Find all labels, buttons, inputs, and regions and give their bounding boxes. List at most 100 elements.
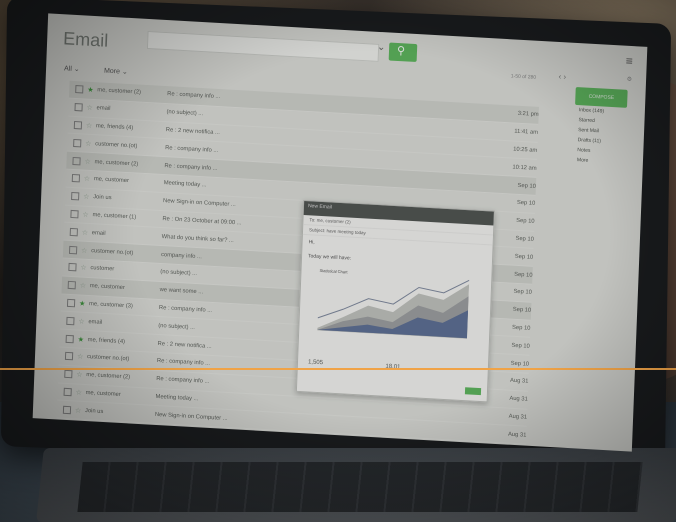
row-checkbox[interactable] — [74, 103, 83, 112]
row-subject: Re : company info ... — [164, 162, 218, 172]
row-subject: company info ... — [160, 251, 202, 260]
row-date: 3:21 pm — [517, 111, 539, 119]
row-from: email — [88, 318, 103, 326]
star-icon[interactable]: ☆ — [86, 104, 96, 113]
row-from: me, customer — [89, 283, 125, 292]
row-from: email — [96, 105, 111, 113]
star-icon[interactable]: ☆ — [84, 157, 94, 166]
row-subject: Re : company info ... — [158, 304, 213, 314]
row-checkbox[interactable] — [68, 263, 77, 272]
row-date: 11:41 am — [514, 128, 539, 137]
area-chart — [317, 279, 470, 339]
more-dropdown[interactable]: More ⌄ — [104, 67, 128, 76]
send-button[interactable] — [464, 387, 482, 396]
row-date: 10:25 am — [513, 146, 538, 154]
star-icon[interactable]: ☆ — [77, 353, 87, 362]
row-checkbox[interactable] — [75, 85, 84, 94]
stat-1: 1,505 — [307, 359, 324, 367]
row-subject: Re : company info ... — [165, 144, 219, 154]
star-icon[interactable]: ☆ — [76, 371, 86, 380]
star-icon[interactable]: ☆ — [85, 139, 95, 148]
row-checkbox[interactable] — [63, 387, 72, 397]
row-date: Aug 31 — [509, 395, 528, 403]
row-subject: Meeting today ... — [163, 180, 207, 189]
row-date: Sep 10 — [513, 289, 532, 297]
row-from: customer no.(ot) — [95, 140, 138, 150]
row-checkbox[interactable] — [71, 174, 81, 183]
pagination-label: 1-50 of 280 — [510, 73, 537, 81]
row-from: customer no.(ot) — [86, 354, 130, 363]
star-icon[interactable]: ★ — [79, 299, 89, 308]
new-email-window: New Email To: me, customer (2) Subject: … — [295, 199, 495, 403]
row-from: me, friends (4) — [95, 123, 134, 132]
row-subject: (no subject) ... — [158, 322, 196, 331]
row-from: me, customer — [85, 389, 121, 398]
row-from: Join us — [93, 194, 112, 202]
row-from: me, customer — [93, 176, 130, 185]
star-icon[interactable]: ☆ — [86, 122, 96, 131]
row-subject: (no subject) ... — [160, 269, 198, 278]
star-icon[interactable]: ☆ — [82, 228, 92, 237]
row-from: me, customer (2) — [86, 372, 131, 381]
row-date: Sep 10 — [511, 324, 531, 332]
row-checkbox[interactable] — [71, 192, 80, 201]
sidebar-item[interactable]: More — [573, 155, 629, 168]
row-checkbox[interactable] — [68, 245, 78, 254]
filter-all-dropdown[interactable]: All ⌄ — [64, 64, 80, 73]
star-icon[interactable]: ☆ — [83, 193, 93, 202]
row-checkbox[interactable] — [64, 369, 73, 379]
row-checkbox[interactable] — [62, 405, 72, 414]
row-subject: New Sign-in on Computer ... — [162, 198, 236, 209]
row-date: Sep 10 — [515, 235, 534, 243]
row-checkbox[interactable] — [66, 298, 76, 308]
star-icon[interactable]: ☆ — [78, 317, 88, 326]
row-from: me, customer (2) — [97, 87, 142, 97]
row-subject: Re : company info ... — [156, 358, 211, 368]
gear-icon[interactable]: ⚙ — [627, 76, 633, 83]
app-title: Email — [62, 28, 109, 51]
row-from: me, customer (2) — [94, 158, 139, 168]
star-icon[interactable]: ★ — [78, 335, 88, 344]
star-icon[interactable]: ☆ — [76, 388, 86, 397]
menu-icon[interactable]: ≡ — [626, 54, 634, 68]
row-subject: What do you think so far? ... — [161, 233, 234, 244]
search-icon: ⚲ — [396, 44, 406, 58]
star-icon[interactable]: ☆ — [80, 282, 90, 291]
search-button[interactable]: ⚲ — [388, 42, 418, 63]
row-date: Sep 10 — [514, 253, 534, 261]
row-checkbox[interactable] — [66, 316, 75, 326]
star-icon[interactable]: ☆ — [84, 175, 94, 184]
overlay-line — [0, 368, 676, 370]
row-date: Sep 10 — [516, 200, 536, 208]
row-checkbox[interactable] — [64, 352, 74, 361]
row-subject: Re : company info ... — [167, 91, 221, 101]
row-checkbox[interactable] — [73, 120, 83, 130]
star-icon[interactable]: ☆ — [75, 406, 85, 415]
row-checkbox[interactable] — [72, 156, 81, 165]
row-date: Aug 31 — [508, 413, 528, 421]
row-date: Aug 31 — [507, 431, 527, 439]
row-checkbox[interactable] — [67, 281, 76, 290]
row-subject: Re : 2 new notifica ... — [165, 127, 220, 137]
search-input[interactable] — [146, 30, 380, 62]
row-checkbox[interactable] — [70, 209, 79, 219]
row-from: Join us — [84, 407, 104, 415]
laptop-screen: Email ⌄ ⚲ ≡ 1-50 of 280 ‹ › ⚙ All ⌄ More… — [32, 13, 648, 452]
star-icon[interactable]: ☆ — [80, 264, 90, 273]
star-icon[interactable]: ☆ — [81, 246, 91, 255]
row-subject: (no subject) ... — [166, 109, 204, 118]
pagination-arrows[interactable]: ‹ › — [558, 72, 566, 81]
row-date: Sep 10 — [510, 360, 530, 368]
chevron-down-icon[interactable]: ⌄ — [377, 42, 386, 53]
row-subject: Re : 2 new notifica ... — [157, 340, 212, 350]
row-subject: we want some ... — [159, 287, 204, 296]
row-checkbox[interactable] — [69, 227, 78, 237]
star-icon[interactable]: ★ — [87, 86, 97, 95]
row-checkbox[interactable] — [65, 334, 74, 343]
star-icon[interactable]: ☆ — [82, 211, 92, 220]
row-checkbox[interactable] — [73, 138, 82, 148]
laptop-keyboard — [77, 462, 643, 512]
row-date: 10:12 am — [512, 164, 537, 172]
row-date: Sep 10 — [514, 271, 533, 279]
row-date: Sep 10 — [511, 342, 530, 350]
